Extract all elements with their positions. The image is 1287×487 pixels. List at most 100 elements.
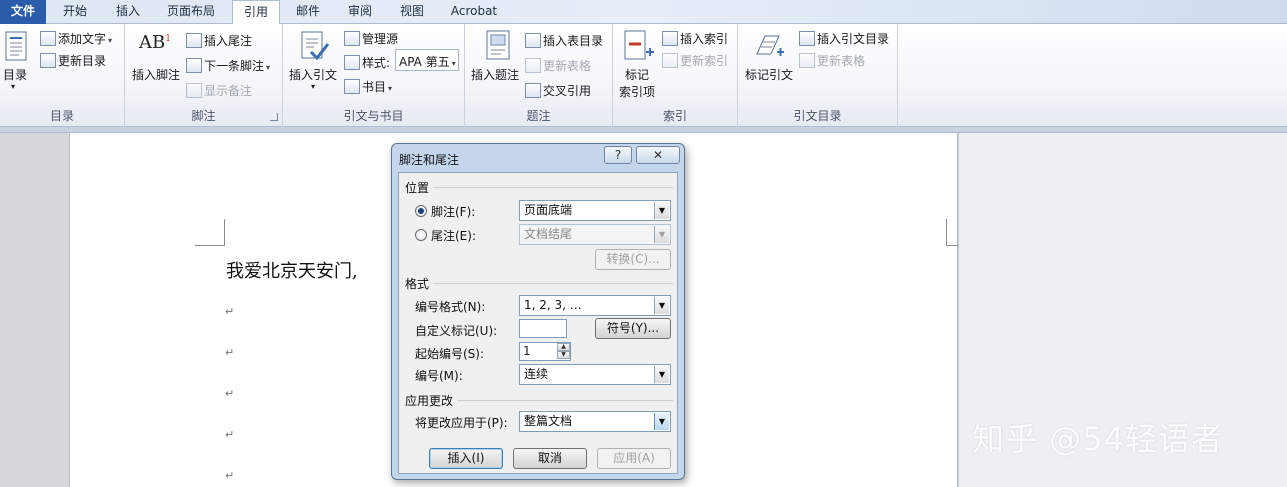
mark-entry-button-line2[interactable]: 索引项 <box>619 83 655 100</box>
ribbon-tab-bar: 文件 开始 插入 页面布局 引用 邮件 审阅 视图 Acrobat <box>0 0 1287 25</box>
mark-citation-button[interactable]: 标记引文 <box>745 66 793 83</box>
bibliography-button[interactable]: 书目 ▾ <box>344 78 392 95</box>
number-format-label: 编号格式(N): <box>415 300 486 314</box>
paragraph-mark: ↵ <box>225 305 235 318</box>
update-toa-button[interactable]: 更新表格 <box>799 52 865 69</box>
insert-citation-button[interactable]: 插入引文 <box>289 66 337 83</box>
insert-citation-icon <box>299 30 330 65</box>
spin-down-icon[interactable]: ▼ <box>557 351 570 359</box>
insert-endnote-icon <box>186 33 202 48</box>
insert-index-button[interactable]: 插入索引 <box>662 30 728 47</box>
tab-acrobat[interactable]: Acrobat <box>442 0 506 24</box>
group-footnotes: AB1 插入脚注 插入尾注 下一条脚注 ▾ 显示备注 脚注 <box>125 24 283 127</box>
insert-toa-label: 插入引文目录 <box>817 32 890 46</box>
insert-tof-label: 插入表目录 <box>543 34 604 48</box>
footnote-location-value: 页面底端 <box>524 203 573 217</box>
add-text-button[interactable]: 添加文字 ▾ <box>40 30 112 47</box>
close-button[interactable]: ✕ <box>636 146 680 164</box>
tab-mailings[interactable]: 邮件 <box>286 0 330 24</box>
insert-caption-button[interactable]: 插入题注 <box>471 66 519 83</box>
update-index-button[interactable]: 更新索引 <box>662 52 728 69</box>
symbol-button[interactable]: 符号(Y)... <box>595 318 671 339</box>
cancel-button[interactable]: 取消 <box>513 448 587 469</box>
next-footnote-label: 下一条脚注 <box>204 59 265 73</box>
insert-footnote-button[interactable]: 插入脚注 <box>132 66 180 83</box>
number-format-select[interactable]: 1, 2, 3, … ▼ <box>519 295 671 316</box>
group-label-index: 索引 <box>662 109 687 123</box>
footnote-endnote-dialog: 脚注和尾注 ? ✕ 位置 脚注(F): 页面底端 ▼ 尾注(E): 文档结尾 ▼ 转… <box>391 143 685 480</box>
convert-button[interactable]: 转换(C)... <box>595 249 671 270</box>
insert-toa-button[interactable]: 插入引文目录 <box>799 30 889 47</box>
insert-button[interactable]: 插入(I) <box>429 448 503 469</box>
tab-home[interactable]: 开始 <box>52 0 98 24</box>
help-button[interactable]: ? <box>604 146 632 164</box>
tab-review[interactable]: 审阅 <box>338 0 382 24</box>
mark-citation-icon <box>753 32 785 63</box>
insert-index-icon <box>662 31 678 46</box>
tab-page-layout[interactable]: 页面布局 <box>158 0 224 24</box>
insert-citation-dropdown-icon[interactable]: ▾ <box>311 82 315 91</box>
footnote-dialog-launcher-icon[interactable] <box>270 113 278 121</box>
chevron-down-icon: ▼ <box>654 366 669 383</box>
footnote-location-select[interactable]: 页面底端 ▼ <box>519 200 671 221</box>
cross-reference-label: 交叉引用 <box>543 84 592 98</box>
custom-mark-input[interactable] <box>519 319 567 338</box>
mark-entry-button[interactable]: 标记 <box>625 66 649 83</box>
cross-reference-button[interactable]: 交叉引用 <box>525 82 591 99</box>
insert-toa-icon <box>799 31 815 46</box>
add-text-label: 添加文字 <box>58 32 107 46</box>
location-section-label: 位置 <box>405 181 430 195</box>
update-table-button[interactable]: 更新表格 <box>525 57 591 74</box>
apply-button[interactable]: 应用(A) <box>597 448 671 469</box>
tab-file[interactable]: 文件 <box>0 0 46 24</box>
section-divider <box>433 187 673 188</box>
update-toa-label: 更新表格 <box>817 54 866 68</box>
paragraph-mark: ↵ <box>225 469 235 482</box>
toc-dropdown-icon[interactable]: ▾ <box>11 82 15 91</box>
paragraph-mark: ↵ <box>225 346 235 359</box>
endnote-radio[interactable] <box>415 229 427 241</box>
manage-sources-icon <box>344 31 360 46</box>
section-divider <box>433 283 673 284</box>
document-text[interactable]: 我爱北京天安门, <box>226 257 358 283</box>
endnote-label: 尾注(E): <box>431 229 476 243</box>
group-table-of-contents: 目录 ▾ 添加文字 ▾ 更新目录 目录 <box>0 24 125 127</box>
next-footnote-button[interactable]: 下一条脚注 ▾ <box>186 57 270 74</box>
group-label-captions: 题注 <box>526 109 551 123</box>
group-label-footnotes: 脚注 <box>191 109 216 123</box>
footnote-radio[interactable] <box>415 205 427 217</box>
tab-insert[interactable]: 插入 <box>106 0 150 24</box>
tab-references[interactable]: 引用 <box>232 0 280 25</box>
update-toc-button[interactable]: 更新目录 <box>40 52 106 69</box>
mark-entry-icon <box>623 30 655 65</box>
bibliography-label: 书目 <box>362 80 387 94</box>
next-footnote-icon <box>186 58 202 73</box>
insert-endnote-label: 插入尾注 <box>204 34 253 48</box>
footnote-label: 脚注(F): <box>431 205 476 219</box>
endnote-location-select[interactable]: 文档结尾 ▼ <box>519 224 671 245</box>
toc-button[interactable]: 目录 <box>3 66 27 83</box>
show-notes-button[interactable]: 显示备注 <box>186 82 252 99</box>
spin-up-icon[interactable]: ▲ <box>557 343 570 351</box>
group-label-toc: 目录 <box>49 109 74 123</box>
insert-endnote-button[interactable]: 插入尾注 <box>186 32 252 49</box>
apply-to-select[interactable]: 整篇文档 ▼ <box>519 411 671 432</box>
style-label: 样式: <box>344 54 390 71</box>
paragraph-mark: ↵ <box>225 428 235 441</box>
close-icon: ✕ <box>652 148 664 162</box>
ribbon: 目录 ▾ 添加文字 ▾ 更新目录 目录 AB1 插入脚注 插入尾注 下一条脚注 ▾ … <box>0 24 1287 127</box>
format-section-label: 格式 <box>405 277 430 291</box>
show-notes-label: 显示备注 <box>204 84 253 98</box>
manage-sources-button[interactable]: 管理源 <box>344 30 398 47</box>
numbering-select[interactable]: 连续 ▼ <box>519 364 671 385</box>
insert-table-of-figures-button[interactable]: 插入表目录 <box>525 32 603 49</box>
numbering-value: 连续 <box>524 367 549 381</box>
citation-style-select[interactable]: APA 第五 ▾ <box>395 49 459 71</box>
apply-section-label: 应用更改 <box>405 394 454 408</box>
tab-view[interactable]: 视图 <box>390 0 434 24</box>
section-divider <box>457 400 673 401</box>
insert-tof-icon <box>525 33 541 48</box>
group-label-citations: 引文与书目 <box>343 109 404 123</box>
cross-reference-icon <box>525 83 541 98</box>
endnote-location-value: 文档结尾 <box>524 227 573 241</box>
